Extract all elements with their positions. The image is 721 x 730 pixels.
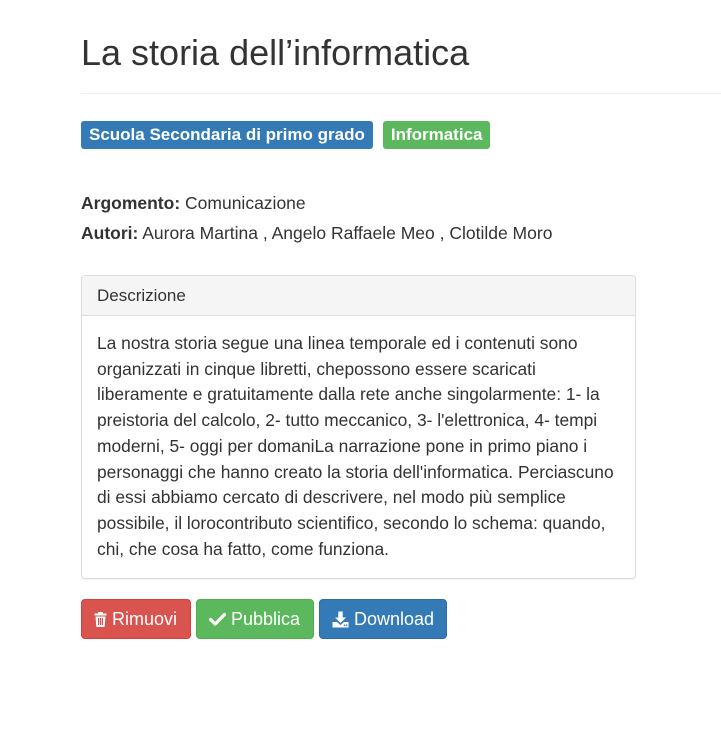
autori-row: Autori: Aurora Martina , Angelo Raffaele…	[81, 218, 552, 248]
page-title: La storia dell’informatica	[81, 32, 470, 73]
download-icon	[332, 611, 349, 628]
badge-group: Scuola Secondaria di primo grado Informa…	[81, 121, 491, 149]
page: La storia dell’informatica Scuola Second…	[0, 0, 721, 730]
level-badge: Scuola Secondaria di primo grado	[81, 121, 373, 149]
argomento-row: Argomento: Comunicazione	[81, 188, 552, 218]
autori-label: Autori:	[81, 223, 139, 243]
autori-value: Aurora Martina , Angelo Raffaele Meo , C…	[138, 223, 553, 243]
check-icon	[209, 612, 226, 626]
trash-icon	[94, 611, 107, 627]
metadata: Argomento: Comunicazione Autori: Aurora …	[81, 188, 552, 248]
publish-button[interactable]: Pubblica	[196, 599, 314, 639]
action-buttons: Rimuovi Pubblica Download	[81, 599, 447, 639]
download-button-label: Download	[354, 608, 435, 629]
publish-button-label: Pubblica	[231, 608, 301, 629]
description-panel: Descrizione La nostra storia segue una l…	[81, 275, 636, 579]
argomento-value: Comunicazione	[180, 193, 306, 213]
panel-heading: Descrizione	[82, 276, 635, 316]
remove-button[interactable]: Rimuovi	[81, 599, 191, 639]
remove-button-label: Rimuovi	[112, 608, 178, 629]
divider	[81, 93, 721, 94]
download-button[interactable]: Download	[319, 599, 447, 639]
argomento-label: Argomento:	[81, 193, 181, 213]
subject-badge: Informatica	[382, 121, 491, 149]
description-text: La nostra storia segue una linea tempora…	[97, 333, 614, 559]
